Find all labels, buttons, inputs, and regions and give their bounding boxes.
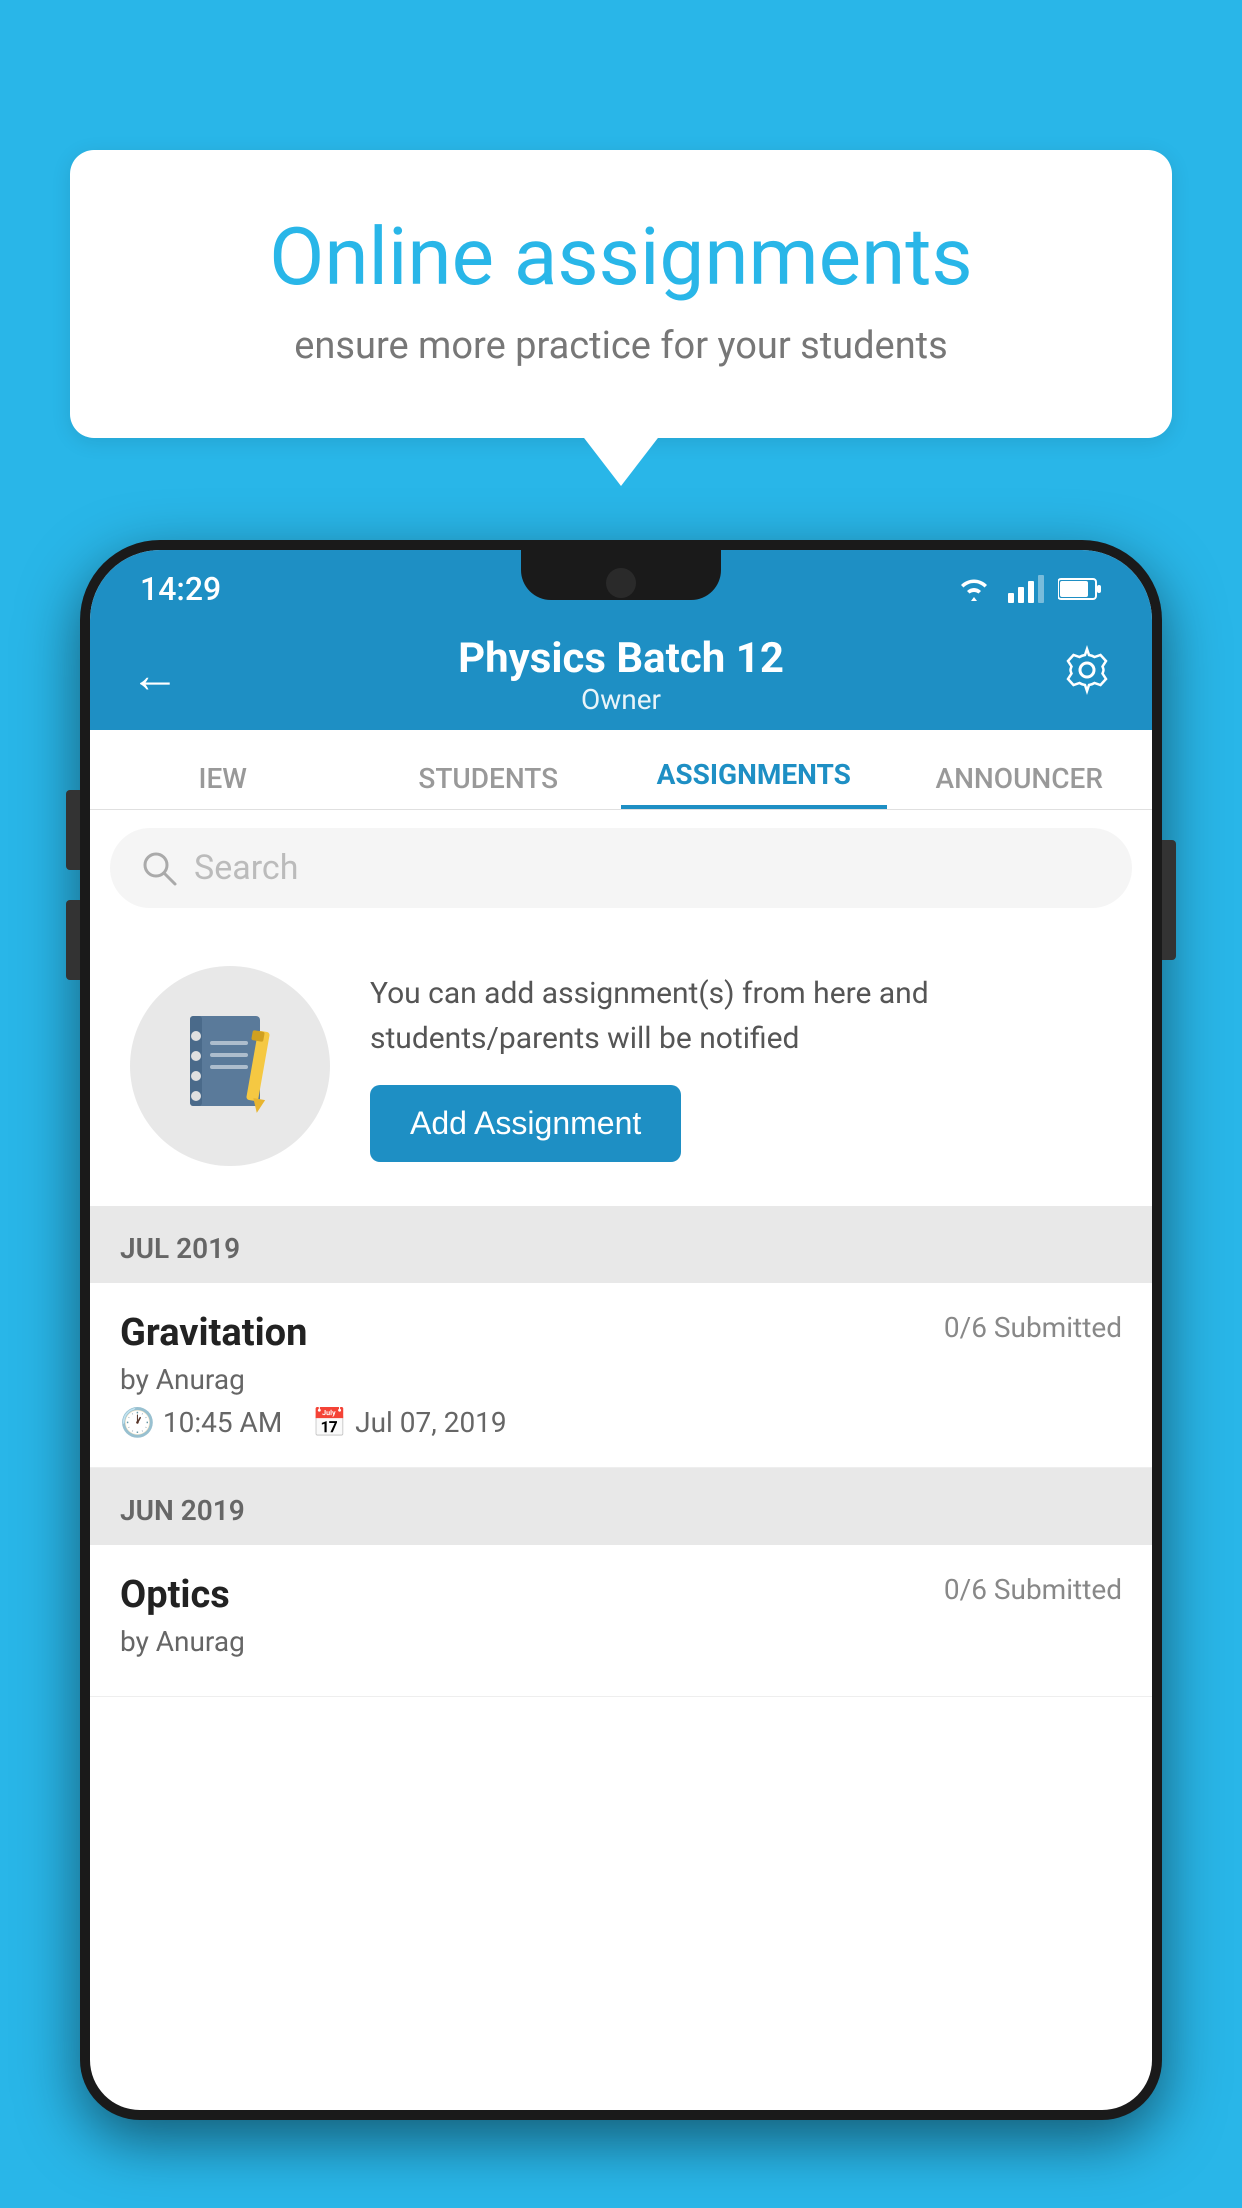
tab-assignments[interactable]: ASSIGNMENTS — [621, 730, 887, 809]
status-time: 14:29 — [140, 570, 221, 608]
assignment-time-gravitation: 🕐 10:45 AM — [120, 1406, 282, 1439]
calendar-icon: 📅 — [312, 1406, 347, 1439]
tab-announcements[interactable]: ANNOUNCER — [887, 730, 1153, 809]
settings-button[interactable] — [1062, 645, 1112, 706]
assignment-title-gravitation: Gravitation — [120, 1311, 307, 1355]
section-label-jun: JUN 2019 — [120, 1494, 245, 1527]
section-label-jul: JUL 2019 — [120, 1232, 240, 1265]
phone-frame-container: 14:29 — [80, 540, 1162, 2208]
section-divider-2 — [90, 1468, 1152, 1476]
assignment-by-optics: by Anurag — [120, 1625, 1122, 1658]
assignment-top-row-optics: Optics 0/6 Submitted — [120, 1573, 1122, 1617]
assignment-meta-gravitation: 🕐 10:45 AM 📅 Jul 07, 2019 — [120, 1406, 1122, 1439]
speech-bubble: Online assignments ensure more practice … — [70, 150, 1172, 438]
top-bar-title: Physics Batch 12 — [458, 634, 784, 683]
clock-icon: 🕐 — [120, 1406, 155, 1439]
empty-state: You can add assignment(s) from here and … — [90, 926, 1152, 1206]
content-area: Search — [90, 810, 1152, 1697]
notebook-icon — [180, 1011, 280, 1121]
battery-icon — [1058, 577, 1102, 601]
wifi-icon — [954, 575, 994, 603]
empty-state-icon-circle — [130, 966, 330, 1166]
assignment-title-optics: Optics — [120, 1573, 230, 1617]
search-bar-container: Search — [90, 810, 1152, 926]
assignment-submitted-optics: 0/6 Submitted — [944, 1573, 1122, 1606]
speech-bubble-subtitle: ensure more practice for your students — [150, 324, 1092, 368]
phone-camera — [606, 568, 636, 598]
assignment-by-gravitation: by Anurag — [120, 1363, 1122, 1396]
empty-state-text: You can add assignment(s) from here and … — [370, 971, 1112, 1162]
volume-down-button[interactable] — [66, 900, 80, 980]
gear-icon — [1062, 645, 1112, 695]
back-button[interactable]: ← — [130, 646, 180, 705]
assignment-item-optics[interactable]: Optics 0/6 Submitted by Anurag — [90, 1545, 1152, 1697]
section-header-jul: JUL 2019 — [90, 1214, 1152, 1283]
tab-bar: IEW STUDENTS ASSIGNMENTS ANNOUNCER — [90, 730, 1152, 810]
app-top-bar: ← Physics Batch 12 Owner — [90, 620, 1152, 730]
search-icon — [140, 849, 178, 887]
phone-frame: 14:29 — [80, 540, 1162, 2120]
tab-students[interactable]: STUDENTS — [356, 730, 622, 809]
phone-screen: 14:29 — [90, 550, 1152, 2110]
add-assignment-button[interactable]: Add Assignment — [370, 1085, 681, 1162]
empty-state-description: You can add assignment(s) from here and … — [370, 971, 1112, 1061]
top-bar-center: Physics Batch 12 Owner — [458, 634, 784, 716]
assignment-date-gravitation: 📅 Jul 07, 2019 — [312, 1406, 506, 1439]
section-divider-1 — [90, 1206, 1152, 1214]
signal-icon — [1008, 575, 1044, 603]
speech-bubble-container: Online assignments ensure more practice … — [70, 150, 1172, 438]
tab-iew[interactable]: IEW — [90, 730, 356, 809]
speech-bubble-title: Online assignments — [150, 210, 1092, 304]
search-bar[interactable]: Search — [110, 828, 1132, 908]
phone-notch — [521, 550, 721, 600]
top-bar-subtitle: Owner — [458, 683, 784, 716]
assignment-top-row: Gravitation 0/6 Submitted — [120, 1311, 1122, 1355]
status-icons — [954, 575, 1102, 603]
volume-up-button[interactable] — [66, 790, 80, 870]
search-placeholder: Search — [194, 848, 298, 888]
power-button[interactable] — [1162, 840, 1176, 960]
assignment-submitted-gravitation: 0/6 Submitted — [944, 1311, 1122, 1344]
section-header-jun: JUN 2019 — [90, 1476, 1152, 1545]
assignment-item-gravitation[interactable]: Gravitation 0/6 Submitted by Anurag 🕐 10… — [90, 1283, 1152, 1468]
